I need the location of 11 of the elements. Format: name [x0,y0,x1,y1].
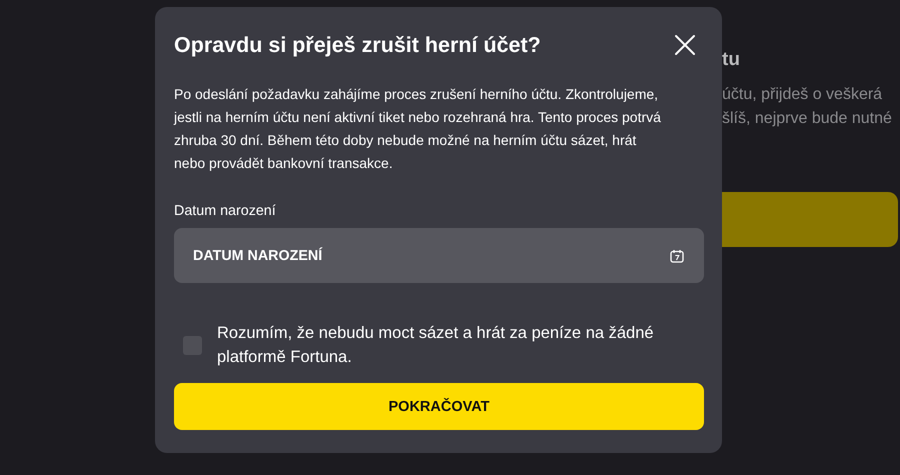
section-heading: tu [722,48,740,72]
description-text: Po odeslání požadavku zahájíme proces zrušení herního účtu. Zkontrolujeme, jestli na herním účtu není aktivní tiket nebo rozehraná hra. Tento proces potrvá zhruba 30 dní. Během této doby nebude možné na herním účtu sázet, hrát nebo provádět bankovní transakce. [174,85,662,173]
close-icon[interactable] [674,34,696,56]
dialog-title: Opravdu si přeješ zrušit herní účet? [174,32,541,58]
checkbox-label: Rozumím, že nebudu moct sázet a hrát za peníze na žádné platformě Fortuna. [217,323,655,368]
field-label: Datum narození [174,203,276,219]
calendar-icon[interactable] [670,248,684,262]
description-text: účtu, přijdeš o veškerá [722,85,882,105]
description-text: šlíš, nejprve bude nutné [722,109,892,129]
date-field[interactable]: DATUM NAROZENÍ [174,228,704,283]
continue-button[interactable]: POKRAČOVAT [174,383,704,430]
